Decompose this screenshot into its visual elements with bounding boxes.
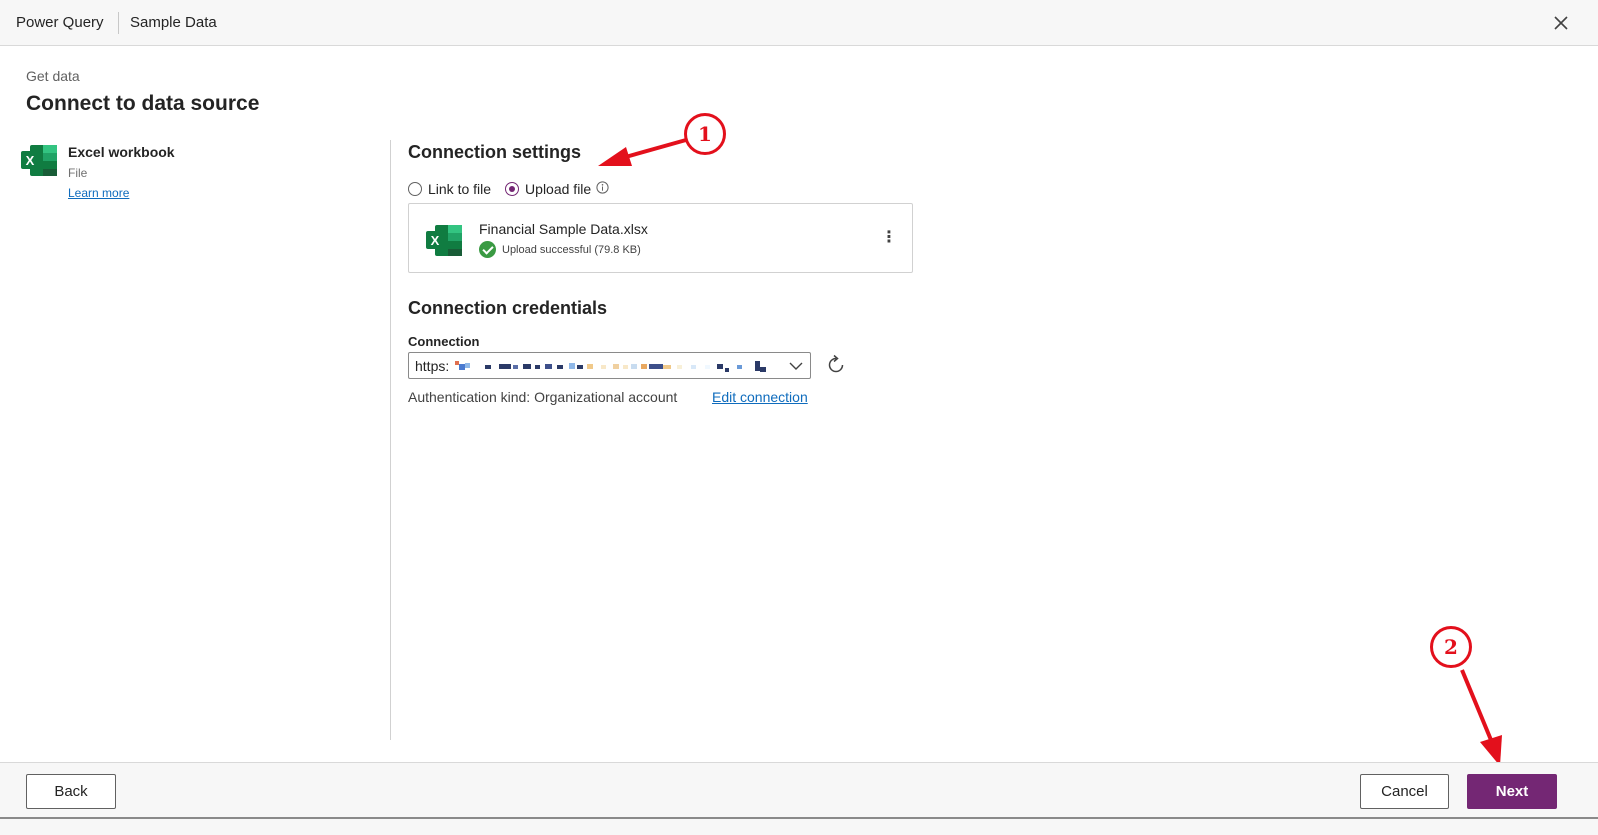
cancel-button[interactable]: Cancel: [1360, 774, 1449, 809]
footer-bar: Back Cancel Next: [0, 762, 1598, 835]
annotation-arrowhead-1: [598, 147, 632, 166]
annotation-arrow-2: [1460, 669, 1493, 741]
bottom-border: [0, 817, 1598, 819]
annotation-arrows: [598, 138, 1502, 766]
back-button[interactable]: Back: [26, 774, 116, 809]
annotation-arrow-1: [621, 138, 687, 160]
annotation-badge-1: 1: [684, 113, 726, 155]
next-button[interactable]: Next: [1467, 774, 1557, 809]
annotation-badge-2: 2: [1430, 626, 1472, 668]
